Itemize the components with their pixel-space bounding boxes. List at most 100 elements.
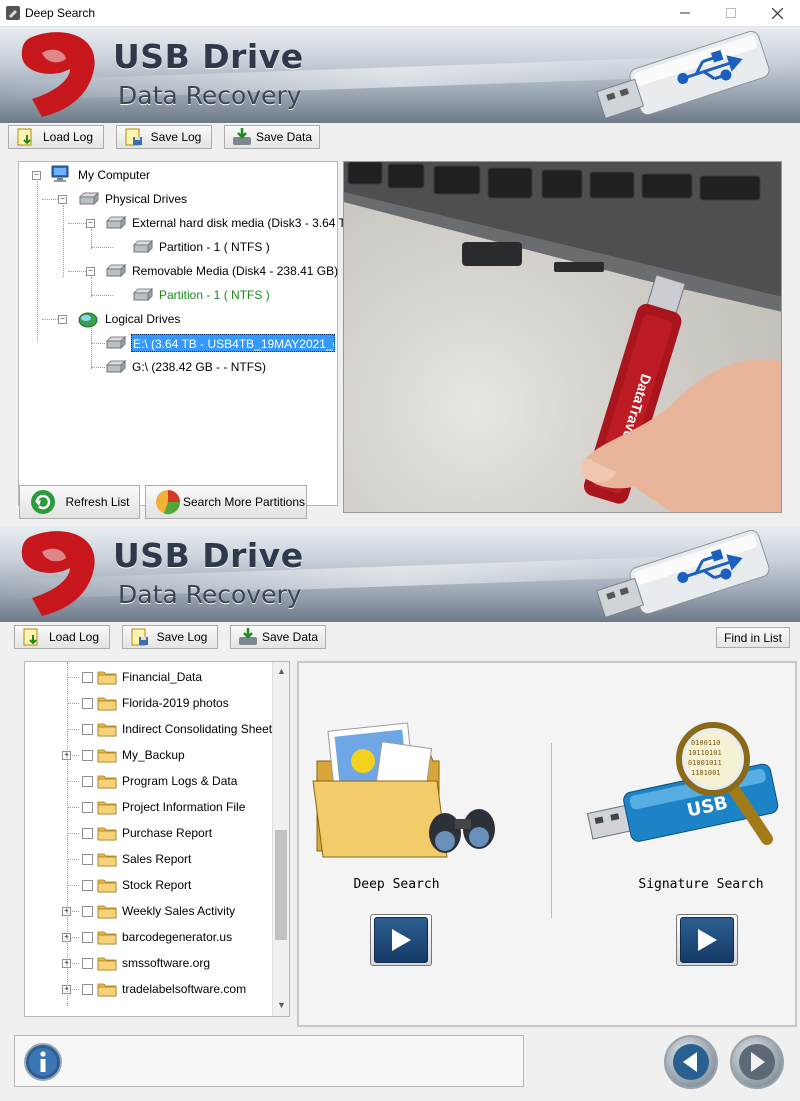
folder-row[interactable]: Stock Report — [25, 876, 272, 902]
banner-subtitle: Data Recovery — [118, 81, 302, 110]
load-log-button[interactable]: Load Log — [14, 625, 110, 649]
save-data-button[interactable]: Save Data — [230, 625, 326, 649]
partition-icon — [132, 288, 154, 302]
info-icon[interactable] — [23, 1042, 63, 1082]
folder-checkbox[interactable] — [82, 906, 93, 917]
folder-row[interactable]: Sales Report — [25, 850, 272, 876]
tree-node-drive-g[interactable]: G:\ (238.42 GB - - NTFS) — [132, 358, 266, 376]
collapse-toggle[interactable]: − — [58, 315, 67, 324]
refresh-list-button[interactable]: Refresh List — [19, 485, 140, 519]
maximize-button[interactable] — [708, 0, 754, 26]
folder-name: Weekly Sales Activity — [122, 904, 236, 918]
folder-row[interactable]: + barcodegenerator.us — [25, 928, 272, 954]
save-log-icon — [131, 628, 148, 646]
close-icon — [771, 7, 783, 19]
folder-checkbox[interactable] — [82, 802, 93, 813]
scrollbar[interactable]: ▲ ▼ — [272, 662, 289, 1016]
folder-row[interactable]: Financial_Data — [25, 668, 272, 694]
scrollbar-thumb[interactable] — [275, 830, 287, 940]
signature-search-play-button[interactable] — [676, 914, 738, 966]
minimize-button[interactable] — [662, 0, 708, 26]
folder-name: Purchase Report — [122, 826, 213, 840]
folder-row[interactable]: + tradelabelsoftware.com — [25, 980, 272, 1006]
scroll-up-arrow-icon[interactable]: ▲ — [277, 666, 286, 676]
tree-node-disk3[interactable]: External hard disk media (Disk3 - 3.64 T… — [132, 214, 358, 232]
tree-node-my-computer[interactable]: My Computer — [78, 166, 150, 184]
usb-drive-icon — [596, 530, 770, 618]
tree-node-logical-drives[interactable]: Logical Drives — [105, 310, 180, 328]
folder-icon — [97, 801, 117, 815]
partition-icon — [132, 240, 154, 254]
folder-checkbox[interactable] — [82, 698, 93, 709]
folder-checkbox[interactable] — [82, 776, 93, 787]
folder-checkbox[interactable] — [82, 880, 93, 891]
folder-row[interactable]: + Weekly Sales Activity — [25, 902, 272, 928]
folder-name: Indirect Consolidating Sheet — [122, 722, 273, 736]
tree-node-disk4[interactable]: Removable Media (Disk4 - 238.41 GB) — [132, 262, 338, 280]
banner-title: USB Drive — [113, 37, 304, 76]
arrow-left-icon — [673, 1044, 709, 1080]
tree-node-disk3-partition[interactable]: Partition - 1 ( NTFS ) — [159, 238, 270, 256]
folder-name: barcodegenerator.us — [122, 930, 233, 944]
tree-node-drive-e[interactable]: E:\ (3.64 TB - USB4TB_19MAY2021_onwar — [131, 334, 335, 352]
drive-tree[interactable]: − My Computer − Physical Drives − Extern… — [18, 161, 358, 506]
folder-checkbox[interactable] — [82, 932, 93, 943]
folder-icon — [97, 905, 117, 919]
save-data-icon — [233, 128, 251, 145]
signature-search-label: Signature Search — [638, 877, 764, 892]
load-log-button[interactable]: Load Log — [8, 125, 104, 149]
folder-checkbox[interactable] — [82, 958, 93, 969]
find-in-list-button[interactable]: Find in List — [716, 627, 790, 648]
deep-search-play-button[interactable] — [370, 914, 432, 966]
pie-chart-icon — [156, 490, 181, 515]
folder-row[interactable]: Project Information File — [25, 798, 272, 824]
maximize-icon — [726, 8, 736, 18]
logo-icon — [21, 531, 95, 616]
folder-row[interactable]: Program Logs & Data — [25, 772, 272, 798]
folder-checkbox[interactable] — [82, 984, 93, 995]
hard-drive-icon — [78, 192, 100, 206]
hard-drive-icon — [105, 264, 127, 278]
tree-node-disk4-partition[interactable]: Partition - 1 ( NTFS ) — [159, 286, 270, 304]
folder-name: Program Logs & Data — [122, 774, 238, 788]
save-log-button[interactable]: Save Log — [122, 625, 218, 649]
search-more-partitions-button[interactable]: Search More Partitions — [145, 485, 307, 519]
collapse-toggle[interactable]: − — [86, 219, 95, 228]
save-log-button[interactable]: Save Log — [116, 125, 212, 149]
folder-row[interactable]: Purchase Report — [25, 824, 272, 850]
deep-search-folder-icon — [312, 722, 495, 858]
svg-text:10110101: 10110101 — [688, 749, 722, 757]
collapse-toggle[interactable]: − — [86, 267, 95, 276]
folder-row[interactable]: + My_Backup — [25, 746, 272, 772]
folder-tree[interactable]: Financial_Data Florida-2019 photos Indirec… — [24, 661, 290, 1017]
save-log-icon — [125, 128, 142, 146]
scroll-down-arrow-icon[interactable]: ▼ — [277, 1000, 286, 1010]
back-button[interactable] — [664, 1035, 718, 1089]
drive-icon — [105, 360, 127, 374]
minimize-icon — [680, 12, 690, 14]
folder-checkbox[interactable] — [82, 854, 93, 865]
folder-row[interactable]: Indirect Consolidating Sheet — [25, 720, 272, 746]
arrow-right-icon — [739, 1044, 775, 1080]
folder-name: Stock Report — [122, 878, 192, 892]
computer-icon — [51, 165, 69, 182]
next-button[interactable] — [730, 1035, 784, 1089]
top-banner: USB Drive Data Recovery — [0, 27, 800, 123]
tree-node-physical-drives[interactable]: Physical Drives — [105, 190, 187, 208]
folder-checkbox[interactable] — [82, 724, 93, 735]
status-area — [14, 1035, 524, 1087]
collapse-toggle[interactable]: − — [32, 171, 41, 180]
folder-icon — [97, 671, 117, 685]
folder-row[interactable]: + smssoftware.org — [25, 954, 272, 980]
folder-checkbox[interactable] — [82, 672, 93, 683]
banner-title: USB Drive — [113, 536, 304, 575]
folder-row[interactable]: Florida-2019 photos — [25, 694, 272, 720]
save-data-button[interactable]: Save Data — [224, 125, 320, 149]
folder-icon — [97, 853, 117, 867]
folder-checkbox[interactable] — [82, 828, 93, 839]
folder-name: smssoftware.org — [122, 956, 211, 970]
collapse-toggle[interactable]: − — [58, 195, 67, 204]
close-button[interactable] — [754, 0, 800, 26]
folder-checkbox[interactable] — [82, 750, 93, 761]
logical-drives-icon — [78, 312, 98, 328]
